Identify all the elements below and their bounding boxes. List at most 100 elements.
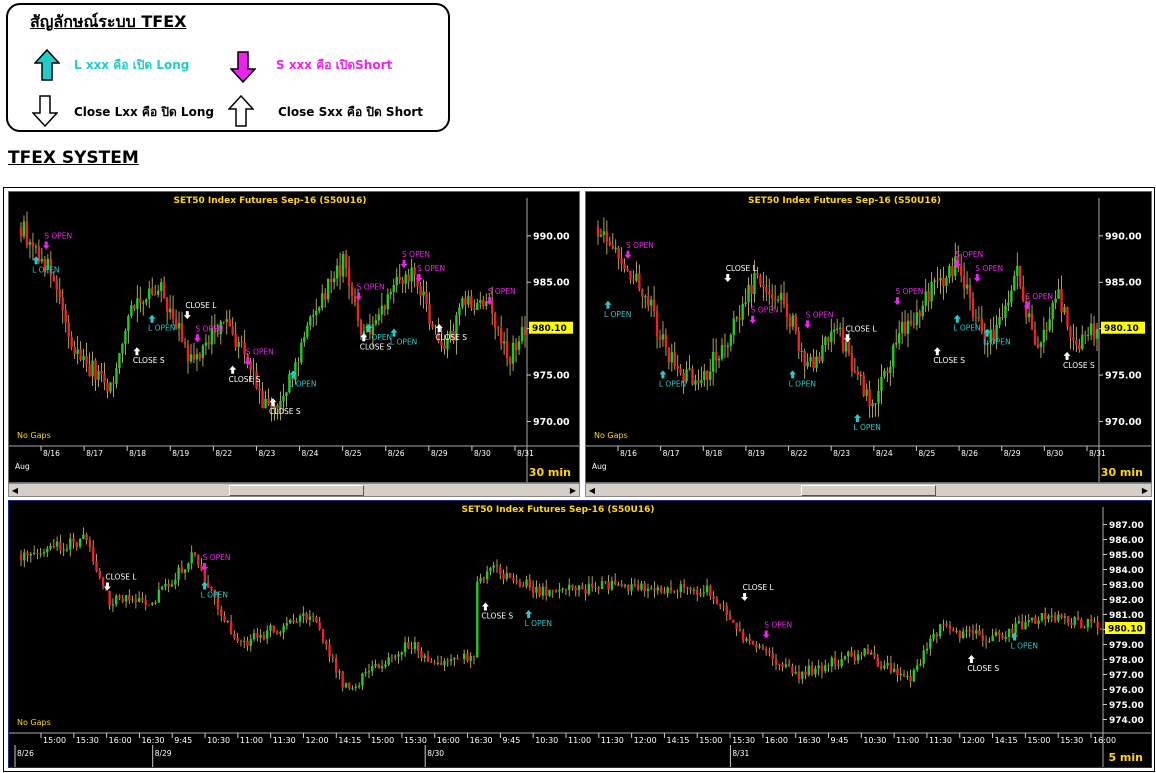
candle-body: [403, 642, 407, 653]
candle-body: [249, 639, 252, 646]
chart-scrollbar-left[interactable]: ◀ ▶: [8, 483, 580, 497]
candle-body: [34, 246, 38, 248]
candle-body: [608, 241, 612, 246]
candle-body: [239, 640, 243, 642]
candle-body: [189, 354, 193, 362]
candle-body: [26, 552, 29, 556]
candle-body: [332, 278, 336, 283]
chart-panel-5min[interactable]: SET50 Index Futures Sep-16 (S50U16) 987.0…: [8, 500, 1152, 768]
y-tick-label: 978.00: [1109, 656, 1144, 666]
candle-body: [111, 604, 115, 606]
candle-body: [467, 296, 470, 305]
candle-body: [758, 646, 761, 648]
candle-body: [613, 580, 617, 585]
signal-label: S OPEN: [626, 241, 654, 250]
candle-body: [871, 403, 874, 407]
candle-body: [300, 342, 303, 363]
candle-body: [127, 315, 130, 331]
x-tick-label: 14:15: [995, 736, 1018, 745]
candle-body: [390, 657, 394, 659]
chart-scrollbar-right[interactable]: ◀ ▶: [585, 483, 1152, 497]
signal-label: CLOSE L: [185, 301, 217, 310]
chart-svg: SET50 Index Futures Sep-16 (S50U16) 990.0…: [586, 196, 1151, 482]
candle-body: [1092, 323, 1096, 339]
candle-body: [670, 352, 674, 363]
candle-body: [830, 657, 834, 667]
signal-label: L OPEN: [365, 333, 392, 342]
x-tick-label: 9:45: [174, 736, 192, 745]
candle-body: [79, 349, 82, 361]
candle-body: [794, 315, 798, 332]
candle-body: [512, 578, 515, 581]
candle-body: [431, 324, 434, 328]
candles-group: [19, 211, 527, 422]
candle-body: [137, 597, 141, 602]
candle-body: [961, 631, 965, 638]
candle-body: [584, 589, 587, 594]
short-open-arrow-icon: [973, 273, 981, 282]
candle-body: [144, 600, 147, 605]
close-long-arrow-icon: [32, 95, 58, 127]
candle-body: [1034, 617, 1037, 624]
signal-label: S OPEN: [44, 231, 72, 240]
candle-body: [879, 666, 883, 669]
candle-body: [611, 245, 614, 249]
candle-body: [915, 312, 919, 325]
candle-body: [82, 534, 85, 539]
x-tick-label: 15:30: [732, 736, 755, 745]
short-open-arrow-icon: [42, 241, 50, 250]
candle-body: [922, 650, 925, 664]
candle-body: [267, 398, 270, 405]
x-tick-label: 15:30: [404, 736, 427, 745]
candle-body: [1014, 623, 1017, 634]
candle-body: [980, 318, 984, 333]
candle-body: [892, 668, 896, 673]
candle-body: [948, 266, 951, 278]
x-tick-label: 8/31: [517, 449, 534, 458]
long-open-arrow-icon: [148, 314, 156, 323]
candle-body: [100, 371, 103, 375]
candle-body: [600, 581, 604, 589]
x-sub-label: 8/31: [732, 749, 749, 758]
candle-body: [623, 585, 627, 587]
x-tick-label: 9:45: [831, 736, 849, 745]
scroll-left-icon[interactable]: ◀: [586, 484, 598, 497]
scroll-right-icon[interactable]: ▶: [567, 484, 579, 497]
chart-panel-30min-left[interactable]: SET50 Index Futures Sep-16 (S50U16) 990.0…: [8, 191, 580, 483]
candle-body: [771, 294, 774, 299]
signal-label: L OPEN: [789, 379, 816, 388]
candle-body: [652, 299, 656, 312]
candle-body: [1086, 619, 1090, 628]
candle-body: [735, 317, 738, 319]
candle-body: [942, 277, 945, 286]
scroll-thumb[interactable]: [229, 485, 364, 496]
signal-label: L OPEN: [148, 324, 175, 333]
last-price-label: 980.10: [1104, 324, 1139, 334]
candle-body: [558, 589, 561, 592]
close-short-arrow-icon: [228, 95, 254, 127]
x-tick-label: 8/22: [215, 449, 232, 458]
scroll-thumb[interactable]: [801, 485, 936, 496]
candle-body: [46, 548, 49, 553]
candle-body: [177, 323, 181, 329]
y-tick-label: 986.00: [1109, 536, 1144, 546]
candle-body: [691, 368, 694, 385]
candle-body: [679, 584, 683, 592]
chart-panel-30min-right[interactable]: SET50 Index Futures Sep-16 (S50U16) 990.0…: [585, 191, 1152, 483]
candle-body: [315, 310, 318, 316]
scroll-right-icon[interactable]: ▶: [1139, 484, 1151, 497]
candle-body: [759, 275, 762, 285]
x-tick-label: 8/25: [345, 449, 362, 458]
candle-body: [1063, 306, 1066, 313]
candle-body: [880, 376, 883, 391]
candle-body: [187, 563, 190, 570]
candle-body: [700, 380, 703, 383]
scroll-left-icon[interactable]: ◀: [9, 484, 21, 497]
candle-body: [751, 641, 755, 645]
candle-body: [1001, 317, 1004, 319]
candles-group: [19, 527, 1103, 692]
candle-body: [204, 342, 208, 346]
candle-body: [663, 591, 666, 594]
candle-body: [237, 341, 240, 348]
candle-body: [666, 587, 669, 594]
